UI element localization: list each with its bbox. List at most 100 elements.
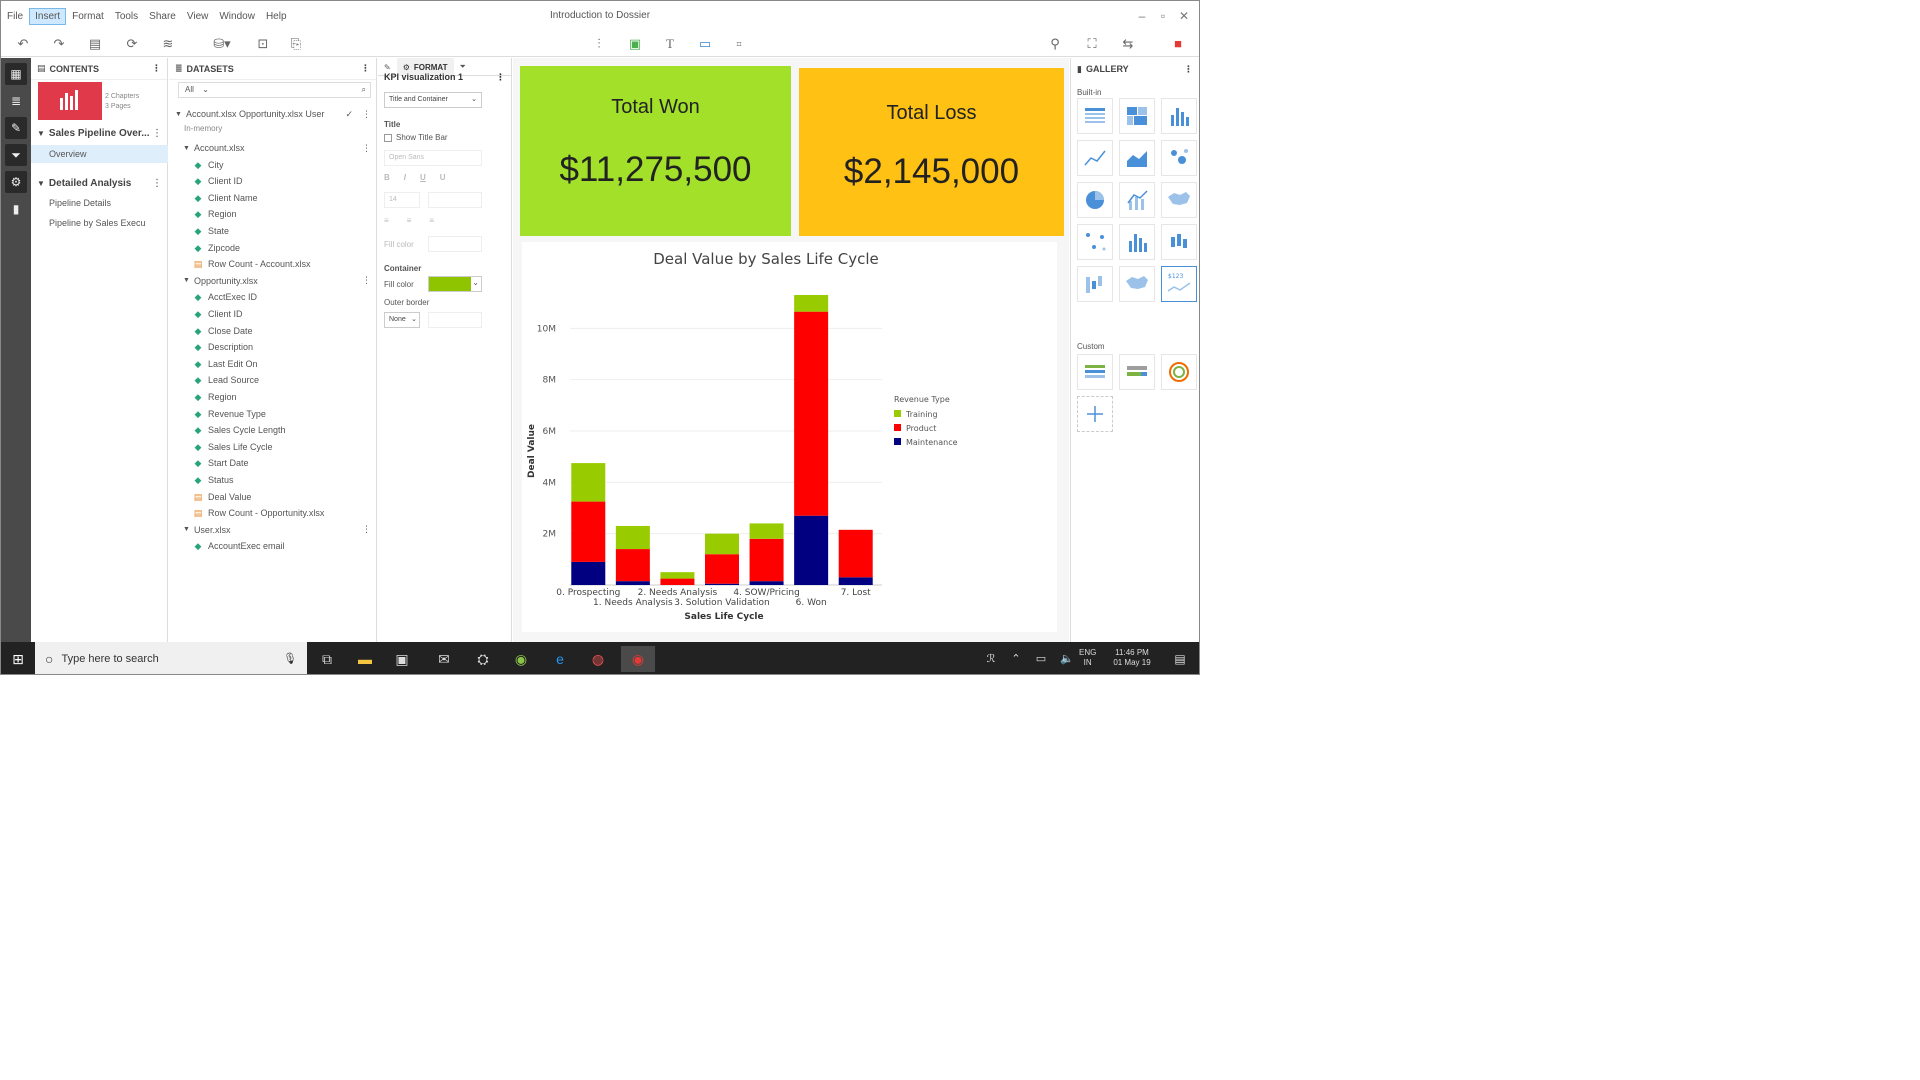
gallery-box-plot-icon[interactable] (1161, 224, 1197, 260)
metric-item[interactable]: ▤ Row Count - Account.xlsx (169, 256, 376, 272)
attribute-item[interactable]: ◆ Client Name (169, 190, 376, 206)
close-icon[interactable]: ✕ (1175, 7, 1193, 25)
attribute-item[interactable]: ◆ Last Edit On (169, 356, 376, 372)
wizard-icon[interactable]: ⚲ (1045, 35, 1065, 53)
chrome-icon[interactable]: ◍ (585, 646, 611, 672)
settings-panel-icon[interactable]: ⚙ (5, 171, 27, 193)
align-center-icon[interactable]: ≡ (407, 216, 412, 225)
attribute-item[interactable]: ◆ Client ID (169, 306, 376, 322)
gallery-kpi-icon[interactable]: $123 (1161, 266, 1197, 302)
dataset-filter-select[interactable]: All ⌄ ⌕ (178, 82, 371, 98)
dataset-table[interactable]: ▼ Account.xlsx ⋮ (169, 140, 376, 156)
gallery-bubble-chart-icon[interactable] (1161, 140, 1197, 176)
gallery-combo-chart-icon[interactable] (1119, 182, 1155, 218)
attribute-item[interactable]: ◆ Revenue Type (169, 406, 376, 422)
attribute-item[interactable]: ◆ Status (169, 472, 376, 488)
people-icon[interactable]: ℛ (978, 646, 1004, 672)
container-fill-select[interactable]: ⌄ (428, 276, 482, 292)
gallery-map-icon[interactable] (1161, 182, 1197, 218)
minimize-icon[interactable]: – (1133, 7, 1151, 25)
menu-tools[interactable]: Tools (110, 9, 143, 24)
dossier-thumbnail[interactable] (38, 82, 102, 120)
page-item[interactable]: Overview (31, 145, 168, 163)
chevron-down-icon[interactable]: ▼ (175, 111, 182, 118)
metric-item[interactable]: ▤ Row Count - Opportunity.xlsx (169, 505, 376, 521)
presentation-icon[interactable]: ⛶ (1082, 35, 1102, 53)
filter-panel-icon[interactable]: ⏷ (5, 144, 27, 166)
format-target-select[interactable]: Title and Container ⌄ (384, 92, 482, 108)
save-icon[interactable]: ▤ (85, 35, 105, 53)
underline-button[interactable]: U (420, 173, 426, 182)
attribute-item[interactable]: ◆ Region (169, 206, 376, 222)
menu-format[interactable]: Format (67, 9, 109, 24)
language-indicator[interactable]: ENG IN (1079, 648, 1096, 668)
attribute-item[interactable]: ◆ Zipcode (169, 240, 376, 256)
chevron-down-icon[interactable]: ▼ (183, 277, 190, 284)
gallery-add-custom-icon[interactable] (1077, 396, 1113, 432)
menu-help[interactable]: Help (261, 9, 292, 24)
chevron-down-icon[interactable]: ▼ (183, 526, 190, 533)
font-size-select[interactable]: 14 (384, 192, 420, 208)
insert-html-icon[interactable]: ⌗ (729, 35, 749, 53)
more-icon[interactable]: ⋮ (152, 128, 162, 139)
font-select[interactable]: Open Sans (384, 150, 482, 166)
page-item[interactable]: Pipeline Details (31, 194, 168, 212)
more-icon[interactable]: ⋮ (152, 63, 161, 74)
task-view-icon[interactable]: ⧉ (314, 646, 340, 672)
chevron-up-icon[interactable]: ⌃ (1003, 646, 1029, 672)
insert-image-icon[interactable]: ▣ (625, 35, 645, 53)
more-icon[interactable]: ⋮ (362, 143, 371, 154)
redo-icon[interactable]: ↷ (49, 35, 69, 53)
editor-panel-icon[interactable]: ✎ (5, 117, 27, 139)
bold-button[interactable]: B (384, 173, 390, 182)
align-right-icon[interactable]: ≡ (429, 216, 434, 225)
clock[interactable]: 11:46 PM 01 May 19 (1107, 648, 1157, 668)
gallery-network-icon[interactable] (1077, 224, 1113, 260)
border-color-select[interactable] (428, 312, 482, 328)
mail-icon[interactable]: ✉ (431, 646, 457, 672)
title-fill-select[interactable] (428, 236, 482, 252)
gallery-pie-chart-icon[interactable] (1077, 182, 1113, 218)
refresh-icon[interactable]: ⟳ (122, 35, 142, 53)
deal-value-chart[interactable]: Deal Value by Sales Life Cycle 2M 4M 6M 8M 10… (522, 242, 1057, 632)
add-chapter-icon[interactable]: ⊡ (253, 35, 273, 53)
gallery-histogram-icon[interactable] (1119, 224, 1155, 260)
kpi-total-won[interactable]: Total Won $11,275,500 (520, 66, 791, 236)
microphone-icon[interactable]: 🎙 (283, 652, 297, 665)
gallery-custom-viz-2-icon[interactable] (1119, 354, 1155, 390)
gallery-line-chart-icon[interactable] (1077, 140, 1113, 176)
insert-filter-icon[interactable]: ▭ (695, 35, 715, 53)
attribute-item[interactable]: ◆ Description (169, 339, 376, 355)
attribute-item[interactable]: ◆ Lead Source (169, 372, 376, 388)
file-explorer-icon[interactable]: ▬ (352, 646, 378, 672)
attribute-item[interactable]: ◆ Sales Life Cycle (169, 439, 376, 455)
chevron-down-icon[interactable]: ▼ (183, 145, 190, 152)
more-icon[interactable]: ⋮ (362, 109, 371, 120)
attribute-item[interactable]: ◆ Region (169, 389, 376, 405)
search-icon[interactable]: ⌕ (362, 83, 366, 97)
attribute-item[interactable]: ◆ Client ID (169, 173, 376, 189)
dataset-table[interactable]: ▼ Opportunity.xlsx ⋮ (169, 273, 376, 289)
stats-panel-icon[interactable]: ▮ (5, 198, 27, 220)
gallery-geospatial-map-icon[interactable] (1119, 266, 1155, 302)
strikethrough-button[interactable]: U (440, 173, 446, 182)
windows-start-icon[interactable]: ⊞ (5, 646, 31, 672)
battery-icon[interactable]: ▭ (1028, 646, 1054, 672)
contents-panel-icon[interactable]: ▦ (5, 63, 27, 85)
dataset-table[interactable]: ▼ User.xlsx ⋮ (169, 522, 376, 538)
menu-insert[interactable]: Insert (29, 7, 67, 25)
gallery-radial-chart-icon[interactable] (1161, 354, 1197, 390)
gallery-waterfall-icon[interactable] (1077, 266, 1113, 302)
attribute-item[interactable]: ◆ Sales Cycle Length (169, 422, 376, 438)
volume-icon[interactable]: 🔈 (1054, 646, 1080, 672)
more-icon[interactable]: ⋮ (152, 178, 162, 189)
notifications-icon[interactable]: ▤ (1167, 646, 1193, 672)
page-item[interactable]: Pipeline by Sales Execu (31, 214, 168, 232)
insert-visualization-icon[interactable]: ⫶ (589, 35, 609, 53)
feedback-icon[interactable]: ■ (1168, 35, 1188, 53)
show-title-checkbox[interactable] (384, 133, 392, 142)
insert-text-icon[interactable]: T (660, 35, 680, 53)
attribute-item[interactable]: ◆ AcctExec ID (169, 289, 376, 305)
chevron-down-icon[interactable]: ▼ (37, 129, 45, 138)
chapter-item[interactable]: ▼ Detailed Analysis ⋮ (31, 174, 168, 192)
